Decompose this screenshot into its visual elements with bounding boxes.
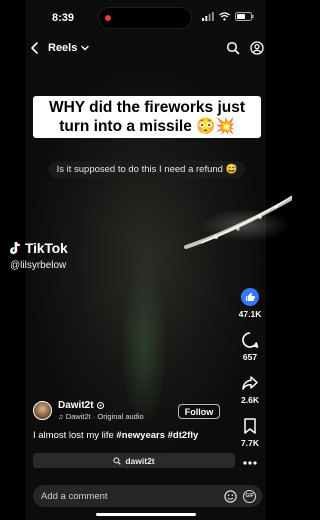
tiktok-watermark: TikTok @lilsyrbelow xyxy=(10,240,68,271)
like-count: 47.1K xyxy=(238,309,262,319)
more-action[interactable] xyxy=(232,460,268,466)
dynamic-island xyxy=(98,7,192,29)
heart-icon[interactable] xyxy=(241,288,259,306)
home-indicator xyxy=(96,513,196,516)
video-subcaption: Is it supposed to do this I need a refun… xyxy=(48,161,246,178)
recording-indicator xyxy=(105,15,111,21)
description-text: I almost lost my life xyxy=(33,430,117,441)
profile-icon[interactable] xyxy=(250,41,264,55)
follow-button[interactable]: Follow xyxy=(178,404,220,419)
search-icon[interactable] xyxy=(226,41,240,55)
comment-action[interactable]: 657 xyxy=(232,331,268,362)
share-action[interactable]: 2.6K xyxy=(232,374,268,405)
tiktok-brand: TikTok xyxy=(25,240,68,256)
share-icon[interactable] xyxy=(241,374,259,392)
description-hashtags[interactable]: #newyears #dt2fly xyxy=(116,430,198,441)
comment-icon[interactable] xyxy=(241,331,259,349)
emoji-icon[interactable] xyxy=(224,489,237,503)
reels-title[interactable]: Reels xyxy=(48,42,77,54)
reels-screen: 8:39 Reels WHY did the fireworks just tu… xyxy=(0,0,292,520)
related-search[interactable]: dawit2t xyxy=(33,453,235,468)
save-count: 7.7K xyxy=(241,438,259,448)
bookmark-icon[interactable] xyxy=(242,417,258,435)
post-description[interactable]: I almost lost my life #newyears #dt2fly xyxy=(33,430,198,441)
status-bar: 8:39 xyxy=(0,0,292,36)
audio-label[interactable]: Dawit2t · Original audio xyxy=(66,412,144,421)
author-name[interactable]: Dawit2t xyxy=(58,400,94,411)
music-note-icon: ♫ xyxy=(58,412,64,421)
related-search-query: dawit2t xyxy=(125,455,155,466)
save-action[interactable]: 7.7K xyxy=(232,417,268,448)
firework-streak xyxy=(184,195,292,249)
post-author[interactable]: Dawit2t ♫ Dawit2t · Original audio xyxy=(33,400,144,421)
signal-icon xyxy=(202,12,214,21)
comment-input[interactable]: Add a comment GIF xyxy=(33,485,262,507)
back-icon[interactable] xyxy=(28,41,42,55)
video-subcaption-wrap: Is it supposed to do this I need a refun… xyxy=(36,159,258,178)
search-icon xyxy=(113,456,122,465)
comment-count: 657 xyxy=(242,352,258,362)
video-caption: WHY did the fireworks just turn into a m… xyxy=(33,96,261,138)
gif-icon[interactable]: GIF xyxy=(243,489,256,503)
top-nav: Reels xyxy=(28,38,264,58)
battery-icon xyxy=(235,12,254,21)
tiktok-logo-icon xyxy=(10,241,21,255)
like-action[interactable]: 47.1K xyxy=(232,288,268,319)
top-nav-actions xyxy=(226,41,264,55)
tiktok-username: @lilsyrbelow xyxy=(10,260,67,271)
more-icon[interactable] xyxy=(242,460,258,466)
avatar[interactable] xyxy=(33,401,52,420)
chevron-down-icon[interactable] xyxy=(80,43,90,53)
verified-icon xyxy=(96,402,104,409)
status-time: 8:39 xyxy=(52,12,75,24)
action-rail: 47.1K 657 2.6K 7.7K xyxy=(232,288,268,478)
comment-placeholder: Add a comment xyxy=(41,490,108,502)
share-count: 2.6K xyxy=(241,395,259,405)
status-icons xyxy=(202,12,254,21)
wifi-icon xyxy=(219,12,230,21)
